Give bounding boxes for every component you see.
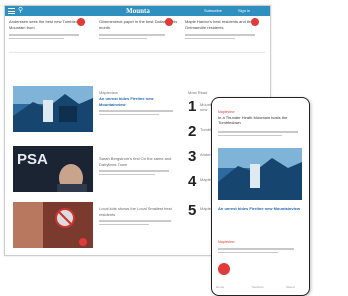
phone-article-title: In a Thunder Heath Mountain hosts the Tu… (218, 115, 288, 125)
story-image[interactable] (13, 86, 93, 132)
phone-status-bar (218, 102, 302, 106)
play-badge-icon[interactable] (77, 18, 85, 26)
phone-story-image[interactable] (218, 148, 302, 200)
play-badge-icon[interactable] (79, 238, 87, 246)
phone-kicker: Mapleview (218, 110, 235, 114)
story-headline-link[interactable]: Sarah Bergstrom's first On the same and … (99, 156, 179, 168)
image-text: PSA (17, 151, 48, 168)
phone-play-icon[interactable] (218, 263, 230, 275)
ranking-heading: Most Read (188, 90, 208, 95)
signin-link[interactable]: Sign in (238, 8, 250, 14)
phone-tab-saved[interactable]: Saved (286, 285, 295, 291)
mobile-phone-frame: Mapleview In a Thunder Heath Mountain ho… (211, 97, 310, 296)
menu-icon[interactable] (8, 8, 15, 14)
phone-story-link[interactable]: An unrest hides Fireline new Mountainvie… (218, 206, 302, 211)
rank-number: 1 (188, 98, 197, 115)
divider (9, 52, 265, 53)
search-icon[interactable]: ⚲ (18, 7, 26, 15)
rank-number: 4 (188, 173, 197, 190)
story-image[interactable]: PSA (13, 146, 93, 192)
play-badge-icon[interactable] (165, 18, 173, 26)
story-headline-link[interactable]: An unrest hides Fireline new Mountainvie… (99, 96, 179, 108)
rank-number: 2 (188, 123, 197, 140)
rank-number: 3 (188, 148, 197, 165)
rank-number: 5 (188, 202, 197, 219)
subscribe-link[interactable]: Subscribe (204, 8, 222, 14)
site-header: ⚲ Mounta Subscribe Sign in (5, 6, 270, 16)
site-logo[interactable]: Mounta (122, 7, 154, 15)
phone-section-label: Mapleview (218, 240, 235, 244)
play-badge-icon[interactable] (251, 18, 259, 26)
phone-tab-sections[interactable]: Sections (252, 285, 264, 291)
phone-tab-home[interactable]: Home (216, 285, 224, 291)
story-headline-link[interactable]: Local kids shows the Local Smallest best… (99, 206, 179, 218)
